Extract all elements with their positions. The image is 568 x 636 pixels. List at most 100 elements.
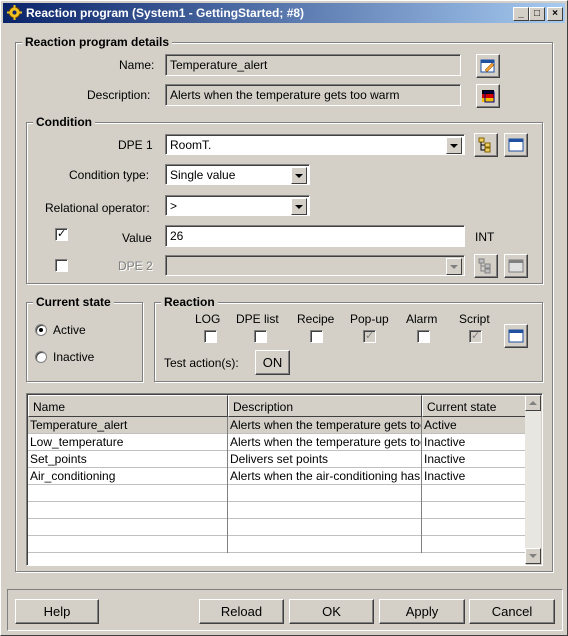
condition-type-label: Condition type: (69, 168, 150, 182)
table-vertical-scrollbar[interactable] (525, 395, 541, 564)
reaction-script-checkbox[interactable]: ✓ (469, 330, 482, 343)
table-row-empty[interactable] (28, 519, 526, 536)
reaction-dpe-list-label: DPE list (236, 312, 279, 326)
help-button[interactable]: Help (15, 599, 99, 624)
dpe1-browse-button[interactable] (474, 133, 498, 157)
dpe1-value: RoomT. (170, 138, 212, 152)
cell-empty (422, 502, 526, 519)
condition-type-value: Single value (170, 168, 236, 182)
condition-group-title: Condition (33, 115, 95, 129)
reaction-dpe-list-checkbox[interactable] (254, 330, 267, 343)
close-button[interactable]: × (547, 7, 563, 21)
details-group-title: Reaction program details (22, 35, 173, 49)
dpe2-select[interactable] (165, 255, 465, 276)
cancel-button[interactable]: Cancel (469, 599, 555, 624)
condition-type-dropdown-arrow[interactable] (291, 167, 307, 184)
scroll-down-arrow-icon[interactable] (525, 548, 541, 564)
minimize-button[interactable]: _ (513, 7, 529, 21)
column-header-description[interactable]: Description (228, 395, 422, 417)
window-icon (508, 138, 524, 152)
active-label: Active (53, 323, 86, 337)
edit-name-button[interactable] (476, 54, 500, 78)
cell-empty (228, 536, 422, 553)
reaction-group-title: Reaction (161, 295, 218, 309)
table-row-empty[interactable] (28, 485, 526, 502)
dpe1-panel-button[interactable] (504, 133, 528, 157)
cell-current-state: Inactive (422, 451, 526, 468)
checkmark-icon: ✓ (365, 330, 375, 342)
cell-empty (228, 502, 422, 519)
apply-button[interactable]: Apply (379, 599, 465, 624)
cell-empty (28, 519, 228, 536)
cell-description: Alerts when the temperature gets too war… (230, 417, 422, 434)
column-header-name[interactable]: Name (28, 395, 228, 417)
table-row[interactable]: Temperature_alert Alerts when the temper… (28, 417, 526, 434)
cell-current-state: Active (422, 417, 526, 434)
reaction-popup-label: Pop-up (350, 312, 389, 326)
dpe2-panel-button[interactable] (504, 254, 528, 278)
value-field[interactable]: 26 (165, 225, 465, 247)
cell-empty (228, 485, 422, 502)
cell-description: Alerts when the air-conditioning has a f… (230, 468, 422, 485)
dpe2-dropdown-arrow[interactable] (446, 258, 462, 275)
radio-selected-dot (39, 328, 43, 332)
dpe2-checkbox[interactable] (55, 259, 68, 272)
name-field[interactable]: Temperature_alert (165, 54, 461, 76)
table-row-empty[interactable] (28, 536, 526, 553)
description-field[interactable]: Alerts when the temperature gets too war… (165, 84, 461, 106)
dpe1-dropdown-arrow[interactable] (446, 137, 462, 154)
name-label: Name: (119, 58, 155, 72)
relational-operator-select[interactable]: > (165, 195, 310, 216)
language-button[interactable] (476, 84, 500, 108)
test-actions-label: Test action(s): (164, 356, 239, 370)
test-on-button[interactable]: ON (255, 350, 290, 375)
column-header-current-state[interactable]: Current state (422, 395, 526, 417)
table-row[interactable]: Low_temperature Alerts when the temperat… (28, 434, 526, 451)
table-row-empty[interactable] (28, 502, 526, 519)
value-checkbox[interactable]: ✓ (55, 228, 68, 241)
cell-current-state: Inactive (422, 434, 526, 451)
table-row[interactable]: Air_conditioning Alerts when the air-con… (28, 468, 526, 485)
reaction-log-checkbox[interactable] (204, 330, 217, 343)
maximize-button[interactable]: □ (529, 7, 545, 21)
relational-operator-dropdown-arrow[interactable] (291, 198, 307, 215)
relational-operator-label: Relational operator: (45, 201, 150, 215)
reaction-recipe-label: Recipe (297, 312, 335, 326)
active-radio[interactable] (35, 324, 47, 336)
current-state-group: Current state (26, 295, 143, 382)
cell-empty (28, 502, 228, 519)
dpe1-label: DPE 1 (118, 138, 153, 152)
ok-button[interactable]: OK (289, 599, 374, 624)
scroll-up-arrow-icon[interactable] (525, 395, 541, 411)
reaction-panel-button[interactable] (504, 324, 528, 348)
reaction-program-window: Reaction program (System1 - GettingStart… (0, 0, 568, 636)
cell-empty (422, 536, 526, 553)
cell-description: Alerts when the temperature gets too col… (230, 434, 422, 451)
window-title: Reaction program (System1 - GettingStart… (26, 6, 305, 20)
tree-browser-icon (478, 258, 491, 274)
flag-icon (482, 90, 495, 103)
table-row[interactable]: Set_points Delivers set points Inactive (28, 451, 526, 468)
edit-icon (480, 59, 495, 73)
tree-browser-icon (478, 137, 491, 153)
window-icon (508, 259, 524, 273)
description-label: Description: (87, 88, 151, 102)
reaction-alarm-label: Alarm (406, 312, 438, 326)
cell-name: Temperature_alert (28, 417, 228, 434)
inactive-radio[interactable] (35, 351, 47, 363)
cell-empty (228, 519, 422, 536)
reaction-popup-checkbox[interactable]: ✓ (363, 330, 376, 343)
dpe1-select[interactable]: RoomT. (165, 134, 465, 155)
cell-name: Air_conditioning (28, 468, 228, 485)
window-icon (508, 329, 524, 343)
dpe2-browse-button[interactable] (474, 254, 498, 278)
title-bar[interactable]: Reaction program (System1 - GettingStart… (3, 3, 565, 23)
cell-current-state: Inactive (422, 468, 526, 485)
reload-button[interactable]: Reload (199, 599, 284, 624)
table-body: Temperature_alert Alerts when the temper… (28, 417, 526, 565)
reaction-recipe-checkbox[interactable] (310, 330, 323, 343)
cell-name: Low_temperature (28, 434, 228, 451)
reaction-alarm-checkbox[interactable] (417, 330, 430, 343)
reaction-log-label: LOG (195, 312, 221, 326)
condition-type-select[interactable]: Single value (165, 164, 310, 185)
